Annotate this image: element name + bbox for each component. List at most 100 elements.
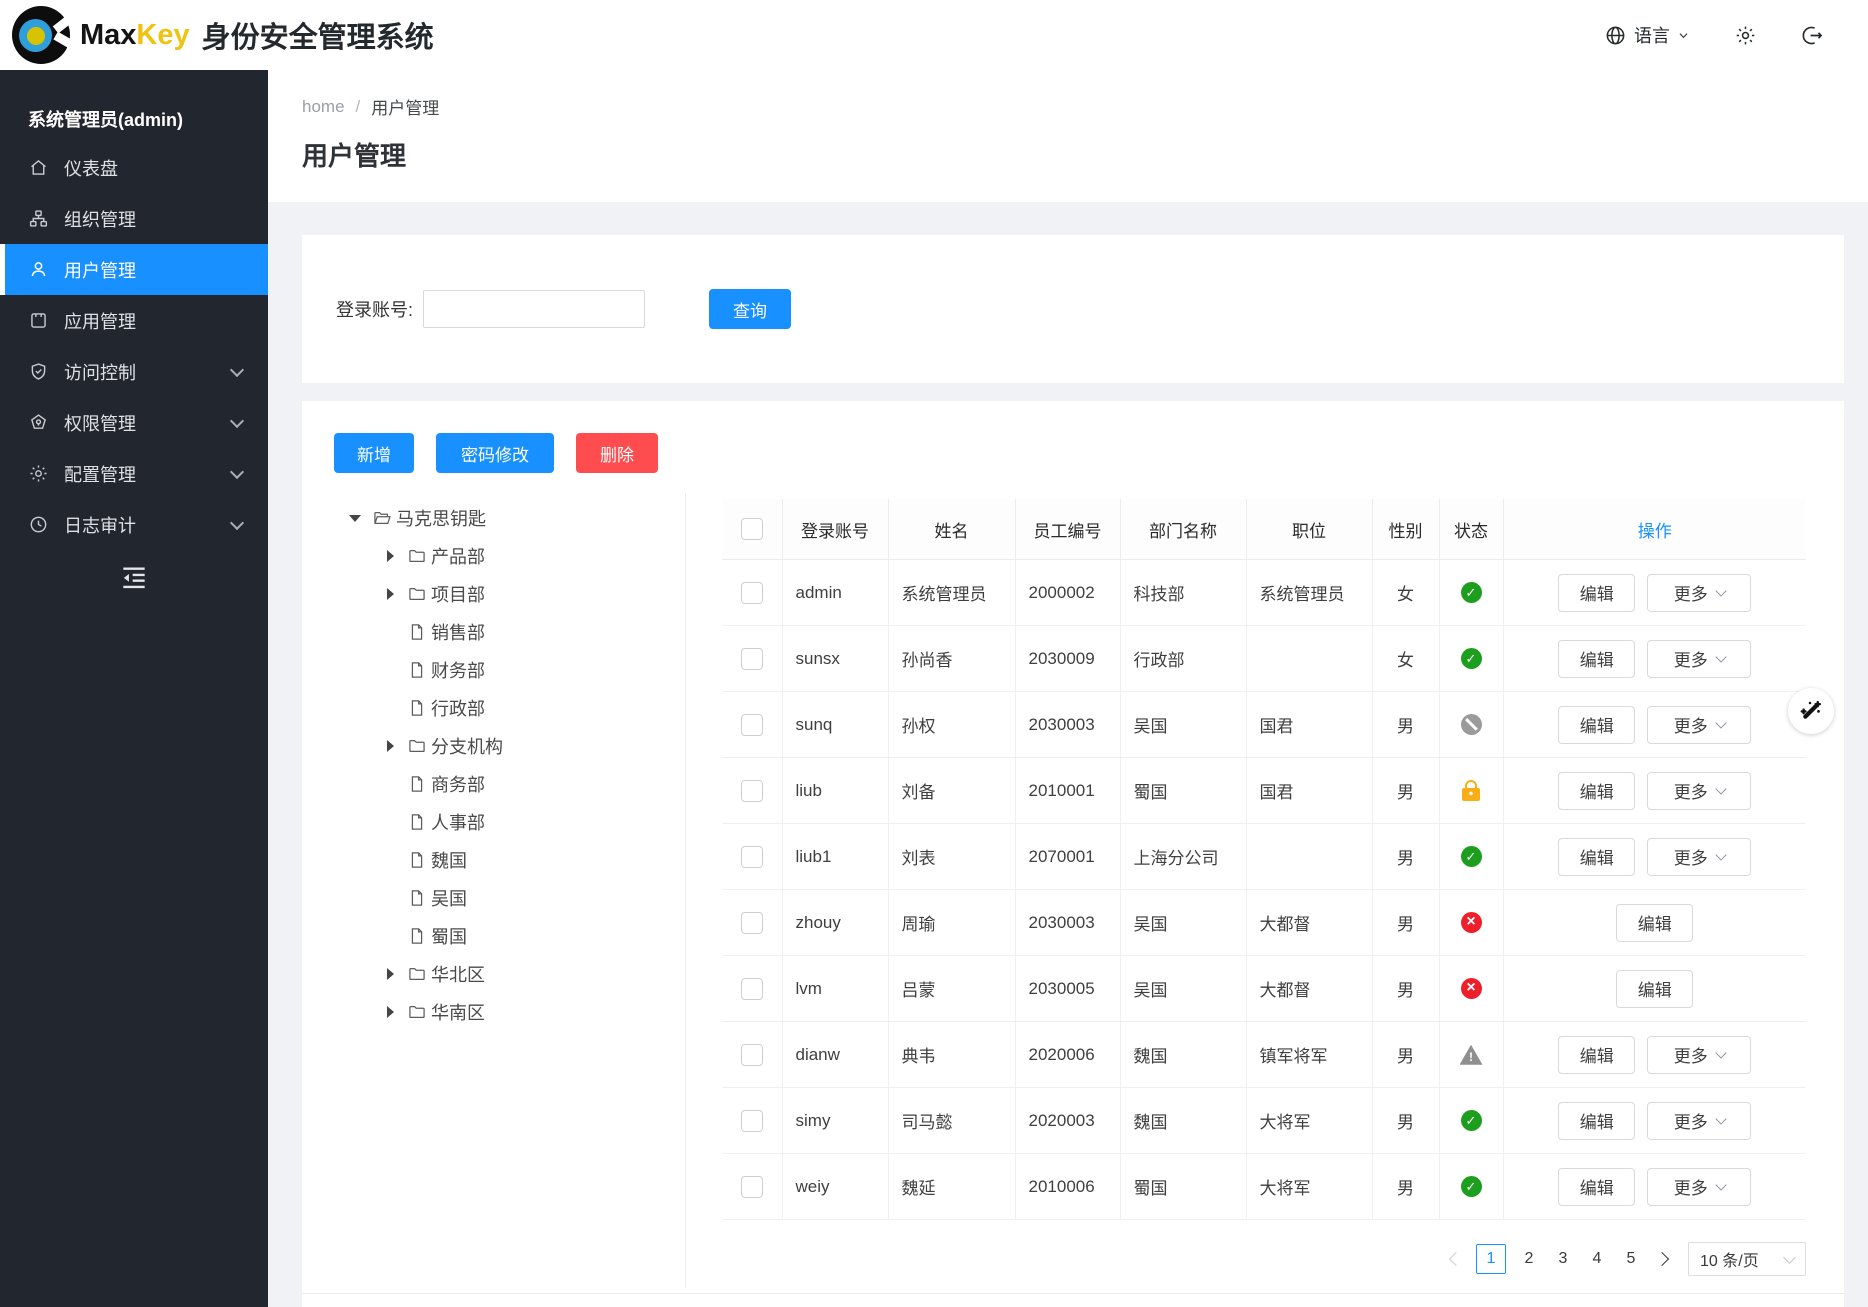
row-checkbox[interactable] xyxy=(741,780,763,802)
sidebar-item-config[interactable]: 配置管理 xyxy=(0,448,268,499)
caret-right-icon[interactable] xyxy=(381,955,407,993)
sidebar-item-apps[interactable]: 应用管理 xyxy=(0,295,268,346)
cell-actions: 编辑更多 xyxy=(1503,692,1806,758)
file-icon xyxy=(407,888,427,908)
cell-employee_no: 2020003 xyxy=(1015,1088,1120,1154)
more-button[interactable]: 更多 xyxy=(1647,706,1751,744)
tree-item-label: 产品部 xyxy=(431,543,485,569)
tree-item[interactable]: 分支机构 xyxy=(302,727,685,765)
select-all-checkbox[interactable] xyxy=(741,518,763,540)
breadcrumb-home[interactable]: home xyxy=(302,97,345,117)
cell-position: 镇军将军 xyxy=(1246,1022,1372,1088)
chevron-right-icon xyxy=(1655,1252,1669,1266)
tree-item[interactable]: 魏国 xyxy=(302,841,685,879)
tree-item[interactable]: 项目部 xyxy=(302,575,685,613)
sidebar-item-org[interactable]: 组织管理 xyxy=(0,193,268,244)
tree-item[interactable]: 财务部 xyxy=(302,651,685,689)
query-button[interactable]: 查询 xyxy=(709,289,791,329)
column-header: 职位 xyxy=(1246,499,1372,560)
login-account-input[interactable] xyxy=(423,290,645,328)
prev-page-button[interactable] xyxy=(1442,1244,1470,1274)
cell-department: 行政部 xyxy=(1120,626,1246,692)
edit-button[interactable]: 编辑 xyxy=(1558,1102,1635,1140)
tree-item[interactable]: 华北区 xyxy=(302,955,685,993)
row-checkbox[interactable] xyxy=(741,1044,763,1066)
cell-status xyxy=(1439,1088,1503,1154)
more-button[interactable]: 更多 xyxy=(1647,640,1751,678)
more-button[interactable]: 更多 xyxy=(1647,772,1751,810)
caret-right-icon[interactable] xyxy=(381,537,407,575)
sidebar-item-permissions[interactable]: 权限管理 xyxy=(0,397,268,448)
page-number-1[interactable]: 1 xyxy=(1476,1244,1506,1274)
tree-item[interactable]: 吴国 xyxy=(302,879,685,917)
tree-item[interactable]: 华南区 xyxy=(302,993,685,1031)
caret-right-icon[interactable] xyxy=(381,575,407,613)
next-page-button[interactable] xyxy=(1648,1244,1676,1274)
caret-right-icon[interactable] xyxy=(381,993,407,1031)
edit-button[interactable]: 编辑 xyxy=(1558,838,1635,876)
row-checkbox[interactable] xyxy=(741,978,763,1000)
folder-icon xyxy=(407,736,427,756)
sidebar-item-audit[interactable]: 日志审计 xyxy=(0,499,268,550)
row-checkbox[interactable] xyxy=(741,846,763,868)
tree-item[interactable]: 销售部 xyxy=(302,613,685,651)
edit-button[interactable]: 编辑 xyxy=(1558,772,1635,810)
row-checkbox[interactable] xyxy=(741,648,763,670)
edit-button[interactable]: 编辑 xyxy=(1616,904,1693,942)
cell-account: dianw xyxy=(782,1022,888,1088)
cell-account: liub1 xyxy=(782,824,888,890)
page-number-2[interactable]: 2 xyxy=(1518,1244,1540,1274)
tree-item[interactable]: 行政部 xyxy=(302,689,685,727)
more-button[interactable]: 更多 xyxy=(1647,1168,1751,1206)
sidebar-item-label: 访问控制 xyxy=(64,359,136,385)
row-checkbox[interactable] xyxy=(741,714,763,736)
tree-item[interactable]: 人事部 xyxy=(302,803,685,841)
delete-button[interactable]: 删除 xyxy=(576,433,658,473)
page-number-5[interactable]: 5 xyxy=(1620,1244,1642,1274)
row-checkbox[interactable] xyxy=(741,582,763,604)
language-selector[interactable]: 语言 xyxy=(1604,22,1690,48)
row-checkbox[interactable] xyxy=(741,912,763,934)
edit-button[interactable]: 编辑 xyxy=(1558,706,1635,744)
cell-employee_no: 2030003 xyxy=(1015,692,1120,758)
row-checkbox[interactable] xyxy=(741,1110,763,1132)
sidebar-item-dashboard[interactable]: 仪表盘 xyxy=(0,142,268,193)
change-password-button[interactable]: 密码修改 xyxy=(436,433,554,473)
edit-button[interactable]: 编辑 xyxy=(1558,1168,1635,1206)
page-size-select[interactable]: 10 条/页 xyxy=(1688,1242,1806,1276)
logout-icon[interactable] xyxy=(1801,24,1824,47)
sidebar-item-access[interactable]: 访问控制 xyxy=(0,346,268,397)
gear-icon[interactable] xyxy=(1734,24,1757,47)
tree-item[interactable]: 蜀国 xyxy=(302,917,685,955)
cell-position: 系统管理员 xyxy=(1246,560,1372,626)
tree-item[interactable]: 商务部 xyxy=(302,765,685,803)
more-button[interactable]: 更多 xyxy=(1647,1102,1751,1140)
page-number-4[interactable]: 4 xyxy=(1586,1244,1608,1274)
file-icon xyxy=(407,774,427,794)
sidebar-item-users[interactable]: 用户管理 xyxy=(0,244,268,295)
edit-button[interactable]: 编辑 xyxy=(1558,640,1635,678)
edit-button[interactable]: 编辑 xyxy=(1558,1036,1635,1074)
app-title: MaxKey 身份安全管理系统 xyxy=(80,14,434,56)
edit-button[interactable]: 编辑 xyxy=(1616,970,1693,1008)
edit-button[interactable]: 编辑 xyxy=(1558,574,1635,612)
tree-item-label: 行政部 xyxy=(431,695,485,721)
page-number-3[interactable]: 3 xyxy=(1552,1244,1574,1274)
row-checkbox[interactable] xyxy=(741,1176,763,1198)
caret-right-icon[interactable] xyxy=(381,727,407,765)
caret-down-icon[interactable] xyxy=(346,499,372,537)
more-button[interactable]: 更多 xyxy=(1647,574,1751,612)
tree-caret-spacer xyxy=(381,765,407,803)
tree-item[interactable]: 产品部 xyxy=(302,537,685,575)
more-button[interactable]: 更多 xyxy=(1647,838,1751,876)
header-checkbox-cell xyxy=(722,499,782,560)
tree-item[interactable]: 马克思钥匙 xyxy=(302,499,685,537)
breadcrumb-current: 用户管理 xyxy=(371,94,439,119)
menu-fold-icon[interactable] xyxy=(118,562,150,590)
add-button[interactable]: 新增 xyxy=(334,433,414,473)
cell-department: 吴国 xyxy=(1120,956,1246,1022)
folder-open-icon xyxy=(372,508,392,528)
status-active-icon xyxy=(1461,846,1482,867)
more-button[interactable]: 更多 xyxy=(1647,1036,1751,1074)
user-list-panel: 新增 密码修改 删除 马克思钥匙产品部项目部销售部财务部行政部分支机构商务部人事… xyxy=(302,401,1844,1307)
